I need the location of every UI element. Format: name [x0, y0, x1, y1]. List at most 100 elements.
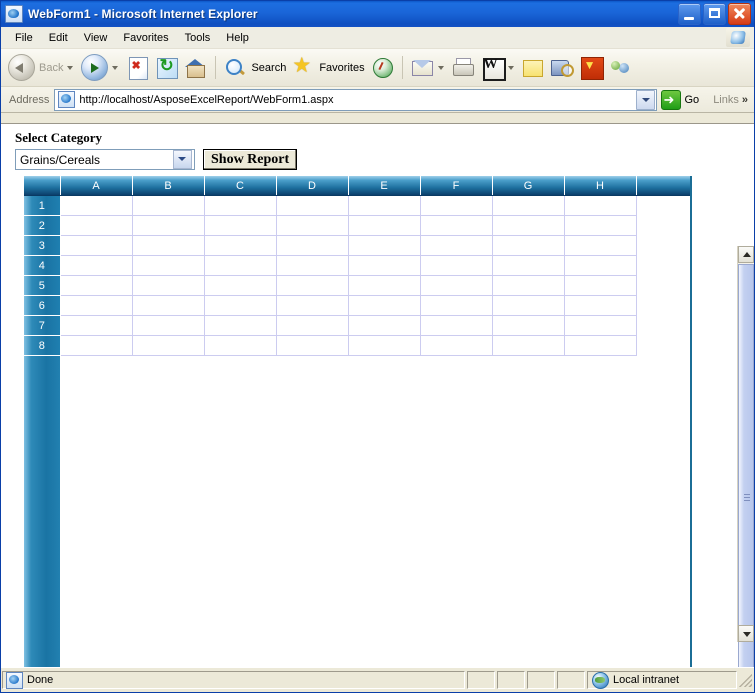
chevron-down-icon[interactable] [173, 150, 192, 170]
cell-a7[interactable] [59, 315, 133, 336]
row-header-4[interactable]: 4 [24, 255, 61, 276]
column-header-f[interactable]: F [420, 176, 493, 196]
cell-e7[interactable] [348, 315, 421, 336]
cell-a5[interactable] [59, 275, 133, 296]
cell-b3[interactable] [132, 235, 205, 256]
cell-b8[interactable] [132, 335, 205, 356]
cell-h1[interactable] [564, 195, 637, 216]
row-header-7[interactable]: 7 [24, 315, 61, 336]
cell-b5[interactable] [132, 275, 205, 296]
row-header-2[interactable]: 2 [24, 215, 61, 236]
cell-c4[interactable] [204, 255, 277, 276]
menu-item-file[interactable]: File [7, 30, 41, 46]
cell-a6[interactable] [59, 295, 133, 316]
scroll-down-icon[interactable] [738, 625, 754, 642]
cell-f8[interactable] [420, 335, 493, 356]
media-button[interactable] [368, 52, 397, 84]
cell-a3[interactable] [59, 235, 133, 256]
cell-c6[interactable] [204, 295, 277, 316]
row-header-6[interactable]: 6 [24, 295, 61, 316]
row-header-5[interactable]: 5 [24, 275, 61, 296]
column-header-a[interactable]: A [60, 176, 133, 196]
home-button[interactable] [181, 52, 210, 84]
cell-f2[interactable] [420, 215, 493, 236]
cell-e8[interactable] [348, 335, 421, 356]
cell-a8[interactable] [59, 335, 133, 356]
cell-g6[interactable] [492, 295, 565, 316]
messenger-alert-button[interactable] [577, 52, 606, 84]
cell-f6[interactable] [420, 295, 493, 316]
row-header-3[interactable]: 3 [24, 235, 61, 256]
cell-c8[interactable] [204, 335, 277, 356]
note-button[interactable] [519, 52, 548, 84]
cell-b7[interactable] [132, 315, 205, 336]
cell-h2[interactable] [564, 215, 637, 236]
column-header-b[interactable]: B [132, 176, 205, 196]
cell-a4[interactable] [59, 255, 133, 276]
column-header-c[interactable]: C [204, 176, 277, 196]
menu-item-view[interactable]: View [76, 30, 116, 46]
address-dropdown-icon[interactable] [635, 89, 655, 110]
cell-a1[interactable] [59, 195, 133, 216]
cell-h5[interactable] [564, 275, 637, 296]
show-report-button[interactable]: Show Report [203, 149, 298, 171]
cell-e2[interactable] [348, 215, 421, 236]
refresh-button[interactable] [152, 52, 181, 84]
scroll-up-icon[interactable] [738, 246, 754, 263]
scrollbar-thumb[interactable] [738, 264, 754, 667]
cell-g2[interactable] [492, 215, 565, 236]
go-button[interactable]: Go [657, 89, 706, 110]
cell-d7[interactable] [276, 315, 349, 336]
column-header-e[interactable]: E [348, 176, 421, 196]
row-header-1[interactable]: 1 [24, 195, 61, 216]
security-zone-pane[interactable]: Local intranet [587, 671, 737, 689]
cell-h8[interactable] [564, 335, 637, 356]
row-header-8[interactable]: 8 [24, 335, 61, 356]
cell-g3[interactable] [492, 235, 565, 256]
cell-b4[interactable] [132, 255, 205, 276]
cell-f7[interactable] [420, 315, 493, 336]
column-header-g[interactable]: G [492, 176, 565, 196]
research-button[interactable] [548, 52, 577, 84]
mail-dropdown-icon[interactable] [437, 65, 444, 70]
cell-f5[interactable] [420, 275, 493, 296]
cell-d4[interactable] [276, 255, 349, 276]
menu-item-help[interactable]: Help [218, 30, 257, 46]
cell-e5[interactable] [348, 275, 421, 296]
cell-f3[interactable] [420, 235, 493, 256]
cell-a2[interactable] [59, 215, 133, 236]
address-input[interactable]: http://localhost/AsposeExcelReport/WebFo… [54, 88, 657, 111]
people-button[interactable] [606, 52, 635, 84]
cell-f1[interactable] [420, 195, 493, 216]
cell-g8[interactable] [492, 335, 565, 356]
cell-h3[interactable] [564, 235, 637, 256]
back-button[interactable]: Back [5, 52, 78, 84]
menu-item-tools[interactable]: Tools [177, 30, 219, 46]
cell-c5[interactable] [204, 275, 277, 296]
vertical-scrollbar[interactable] [737, 246, 754, 667]
cell-b2[interactable] [132, 215, 205, 236]
menu-item-favorites[interactable]: Favorites [115, 30, 176, 46]
cell-c3[interactable] [204, 235, 277, 256]
grid-corner-cell[interactable] [24, 176, 61, 196]
cell-d2[interactable] [276, 215, 349, 236]
forward-button[interactable] [78, 52, 123, 84]
cell-c1[interactable] [204, 195, 277, 216]
cell-d8[interactable] [276, 335, 349, 356]
edit-word-button[interactable] [478, 52, 519, 84]
cell-h7[interactable] [564, 315, 637, 336]
resize-grip[interactable] [738, 673, 752, 687]
search-button[interactable]: Search [221, 52, 289, 84]
toolbar-overflow-icon[interactable]: » [742, 94, 748, 106]
column-header-d[interactable]: D [276, 176, 349, 196]
stop-button[interactable] [123, 52, 152, 84]
cell-d3[interactable] [276, 235, 349, 256]
cell-g1[interactable] [492, 195, 565, 216]
cell-h4[interactable] [564, 255, 637, 276]
cell-c2[interactable] [204, 215, 277, 236]
category-select[interactable]: Grains/Cereals [15, 149, 195, 171]
back-dropdown-icon[interactable] [67, 65, 74, 70]
mail-button[interactable] [408, 52, 449, 84]
links-label[interactable]: Links [713, 94, 739, 106]
cell-e3[interactable] [348, 235, 421, 256]
